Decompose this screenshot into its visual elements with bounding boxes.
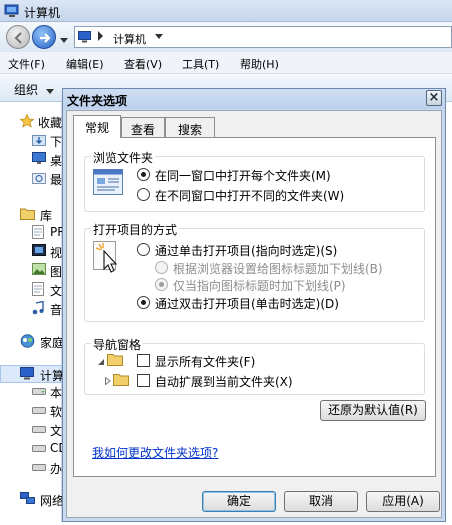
nav-comp-item[interactable]: 本 <box>50 384 62 401</box>
navigation-pane: 收藏 下 桌 最 库 PR 视 图 文 音 家庭 计算 本 软 文 CD 办 网… <box>0 102 68 522</box>
tree-expanded-icon <box>97 356 105 369</box>
expand-current-folder-checkbox[interactable] <box>137 374 150 387</box>
nav-lib-item[interactable]: 文 <box>50 282 62 299</box>
help-link[interactable]: 我如何更改文件夹选项? <box>92 444 218 461</box>
organize-button[interactable]: 组织 <box>14 81 38 98</box>
computer-icon <box>4 4 20 21</box>
music-icon <box>32 300 44 318</box>
menu-file[interactable]: 文件(F) <box>8 56 45 72</box>
same-window-label[interactable]: 在同一窗口中打开每个文件夹(M) <box>155 167 331 184</box>
expand-current-folder-label[interactable]: 自动扩展到当前文件夹(X) <box>155 373 293 390</box>
homegroup-icon <box>20 334 35 351</box>
star-icon <box>19 113 35 131</box>
tab-view[interactable]: 查看 <box>121 117 165 137</box>
dialog-body: 常规 查看 搜索 浏览文件夹 在同一窗口中打开每个文件夹(M) 在不同窗口中打开… <box>66 110 442 518</box>
nav-comp-item[interactable]: 办 <box>50 460 62 477</box>
nav-fav-item[interactable]: 最 <box>50 171 62 188</box>
dialog-titlebar[interactable]: 文件夹选项 × <box>63 89 445 109</box>
folder-icon <box>113 372 129 389</box>
cancel-button[interactable]: 取消 <box>284 491 358 512</box>
underline-point-label[interactable]: 仅当指向图标标题时加下划线(P) <box>173 277 346 294</box>
double-click-radio[interactable] <box>137 296 150 309</box>
nav-network[interactable]: 网络 <box>40 492 64 509</box>
computer-icon <box>78 31 92 46</box>
browse-folders-group: 浏览文件夹 在同一窗口中打开每个文件夹(M) 在不同窗口中打开不同的文件夹(W) <box>84 149 425 212</box>
nav-lib-item[interactable]: 视 <box>50 244 62 261</box>
drive-icon <box>32 386 46 399</box>
show-all-folders-checkbox[interactable] <box>137 354 150 367</box>
cd-drive-icon <box>32 443 46 456</box>
restore-defaults-button[interactable]: 还原为默认值(R) <box>320 400 426 421</box>
new-window-label[interactable]: 在不同窗口中打开不同的文件夹(W) <box>155 187 344 204</box>
underline-browser-label[interactable]: 根据浏览器设置给图标标题加下划线(B) <box>173 260 383 277</box>
document-icon <box>32 225 44 242</box>
folder-icon <box>107 352 123 369</box>
explorer-title: 计算机 <box>24 6 61 20</box>
nav-favorites[interactable]: 收藏 <box>38 114 62 131</box>
network-icon <box>20 492 35 508</box>
menu-tools[interactable]: 工具(T) <box>182 56 219 72</box>
video-icon <box>32 244 46 259</box>
recent-places-icon <box>32 171 46 187</box>
desktop-icon <box>32 152 46 167</box>
chevron-down-icon[interactable] <box>155 31 163 44</box>
browse-folders-legend: 浏览文件夹 <box>91 149 156 166</box>
menu-bar: 文件(F) 编辑(E) 查看(V) 工具(T) 帮助(H) <box>0 52 452 74</box>
ok-button[interactable]: 确定 <box>202 491 276 512</box>
single-click-label[interactable]: 通过单击打开项目(指向时选定)(S) <box>155 242 337 259</box>
computer-icon <box>20 367 35 383</box>
back-button[interactable] <box>6 25 30 49</box>
navigation-pane-group: 导航窗格 显示所有文件夹(F) 自动扩展到当前文件夹(X) <box>84 336 425 395</box>
breadcrumb[interactable]: 计算机 <box>113 31 146 47</box>
nav-libraries[interactable]: 库 <box>40 207 52 224</box>
tab-general[interactable]: 常规 <box>73 115 121 138</box>
tree-collapsed-icon <box>105 375 111 388</box>
single-click-radio[interactable] <box>137 243 150 256</box>
drive-icon <box>32 462 46 475</box>
library-icon <box>20 207 35 223</box>
apply-button[interactable]: 应用(A) <box>366 491 440 512</box>
nav-fav-item[interactable]: 桌 <box>50 152 62 169</box>
forward-button[interactable] <box>32 25 56 49</box>
new-window-radio[interactable] <box>137 188 150 201</box>
show-all-folders-label[interactable]: 显示所有文件夹(F) <box>155 353 255 370</box>
double-click-label[interactable]: 通过双击打开项目(单击时选定)(D) <box>155 295 339 312</box>
downloads-folder-icon <box>32 133 46 149</box>
chevron-down-icon[interactable] <box>46 84 54 97</box>
nav-lib-item[interactable]: 图 <box>50 263 62 280</box>
explorer-titlebar: 计算机 <box>0 0 452 22</box>
chevron-right-icon[interactable] <box>97 31 105 44</box>
tab-search[interactable]: 搜索 <box>165 117 215 137</box>
nav-lib-item[interactable]: 音 <box>50 301 62 318</box>
general-tab-panel: 浏览文件夹 在同一窗口中打开每个文件夹(M) 在不同窗口中打开不同的文件夹(W)… <box>73 137 436 477</box>
underline-browser-radio[interactable] <box>155 261 168 274</box>
address-bar: 计算机 <box>0 22 452 52</box>
drive-icon <box>32 405 46 418</box>
click-items-group: 打开项目的方式 通过单击打开项目(指向时选定)(S) 根据浏览器设置给图标标题加… <box>84 221 425 322</box>
close-icon: × <box>428 90 440 105</box>
menu-edit[interactable]: 编辑(E) <box>66 56 104 72</box>
menu-help[interactable]: 帮助(H) <box>240 56 279 72</box>
dialog-title: 文件夹选项 <box>67 94 128 108</box>
address-box[interactable]: 计算机 <box>74 26 452 48</box>
nav-computer[interactable]: 计算 <box>40 367 64 384</box>
nav-comp-item[interactable]: 文 <box>50 422 62 439</box>
folder-options-dialog: 文件夹选项 × 常规 查看 搜索 浏览文件夹 在同一窗口中打开每个文件夹(M) … <box>62 88 446 522</box>
browse-folders-icon <box>93 169 123 198</box>
same-window-radio[interactable] <box>137 168 150 181</box>
click-pointer-icon <box>93 241 123 278</box>
nav-homegroup[interactable]: 家庭 <box>40 334 64 351</box>
underline-point-radio[interactable] <box>155 278 168 291</box>
drive-icon <box>32 424 46 437</box>
nav-fav-item[interactable]: 下 <box>50 133 62 150</box>
close-button[interactable]: × <box>426 90 442 106</box>
documents-icon <box>32 282 44 299</box>
click-items-legend: 打开项目的方式 <box>91 221 180 238</box>
picture-icon <box>32 263 46 278</box>
chevron-down-icon[interactable] <box>60 33 68 46</box>
nav-comp-item[interactable]: 软 <box>50 403 62 420</box>
menu-view[interactable]: 查看(V) <box>124 56 162 72</box>
navigation-pane-legend: 导航窗格 <box>91 336 144 353</box>
